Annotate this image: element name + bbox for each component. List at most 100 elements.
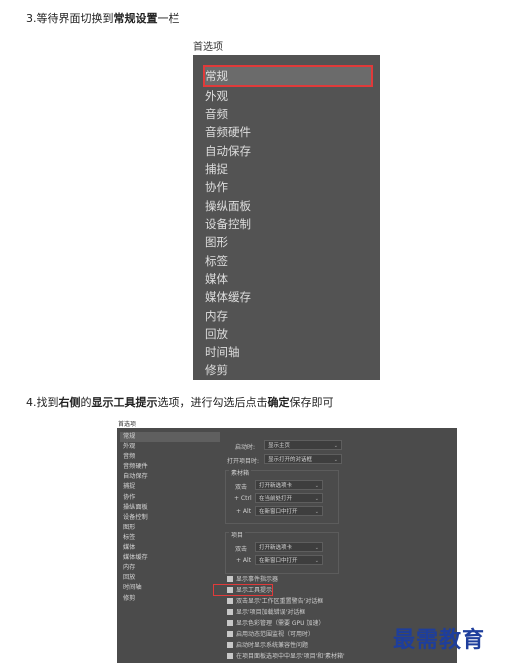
checkbox-label: 启用动态范围监视（可用时） — [236, 631, 315, 638]
bin-ctrl-dropdown[interactable]: 在当前处打开 ⌄ — [255, 493, 323, 503]
category-device-control[interactable]: 设备控制 — [205, 215, 251, 233]
chevron-down-icon: ⌄ — [314, 483, 319, 489]
sidebar-item-labels[interactable]: 标签 — [120, 533, 220, 543]
chevron-down-icon: ⌄ — [314, 558, 319, 564]
category-control-surface[interactable]: 操纵面板 — [205, 197, 251, 215]
category-audio-hardware[interactable]: 音频硬件 — [205, 123, 251, 141]
checkbox-box[interactable] — [227, 630, 233, 637]
checkbox-box[interactable] — [227, 608, 233, 615]
selected-highlight — [203, 65, 373, 87]
project-group-label: 项目 — [229, 530, 246, 539]
checkbox-color-management[interactable]: 显示色彩管理（需要 GPU 加速） — [227, 619, 324, 628]
bin-group-label: 素材箱 — [229, 468, 252, 477]
bin-dblclick-dropdown[interactable]: 打开新选项卡 ⌄ — [255, 480, 323, 490]
category-graphics[interactable]: 图形 — [205, 233, 228, 251]
step3-suffix: 一栏 — [157, 12, 180, 25]
sidebar-item-auto-save[interactable]: 自动保存 — [120, 472, 220, 482]
step4-instruction: 4.找到右侧的显示工具提示选项，进行勾选后点击确定保存即可 — [26, 394, 334, 410]
startup-dropdown[interactable]: 显示主页 ⌄ — [264, 440, 342, 450]
startup-label: 启动时: — [235, 444, 256, 451]
preferences-category-list: 常规 外观 音频 音频硬件 自动保存 捕捉 协作 操纵面板 设备控制 图形 标签… — [193, 55, 380, 380]
shot2-title: 首选项 — [118, 421, 137, 428]
open-project-dropdown[interactable]: 显示打开的对话框 ⌄ — [264, 454, 342, 464]
category-trim[interactable]: 修剪 — [205, 361, 228, 379]
step4-b3: 确定 — [267, 396, 290, 409]
category-timeline[interactable]: 时间轴 — [205, 343, 240, 361]
step3-instruction: 3.等待界面切换到常规设置一栏 — [26, 10, 180, 26]
step4-p2: 的 — [80, 396, 92, 409]
step4-p3: 选项，进行勾选后点击 — [157, 396, 268, 409]
bin-dblclick-label: 双击 — [235, 484, 248, 491]
project-dblclick-value: 打开新选项卡 — [259, 545, 293, 551]
sidebar-item-audio[interactable]: 音频 — [120, 452, 220, 462]
category-media-cache[interactable]: 媒体缓存 — [205, 288, 251, 306]
chevron-down-icon: ⌄ — [314, 545, 319, 551]
chevron-down-icon: ⌄ — [314, 496, 319, 502]
sidebar-item-control-surface[interactable]: 操纵面板 — [120, 503, 220, 513]
checkbox-box[interactable] — [227, 652, 233, 659]
checkbox-project-bin-options[interactable]: 在项目面板选项中中显示'项目'和'素材箱' — [227, 652, 345, 661]
step4-p4: 保存即可 — [289, 396, 334, 409]
bin-ctrl-label: + Ctrl — [234, 495, 252, 502]
checkbox-box[interactable] — [227, 575, 233, 582]
preferences-sidebar: 常规 外观 音频 音频硬件 自动保存 捕捉 协作 操纵面板 设备控制 图形 标签… — [120, 432, 220, 604]
sidebar-item-media[interactable]: 媒体 — [120, 543, 220, 553]
step4-b1: 右侧 — [58, 396, 81, 409]
sidebar-item-trim[interactable]: 修剪 — [120, 594, 220, 604]
sidebar-item-graphics[interactable]: 图形 — [120, 523, 220, 533]
project-alt-label: + Alt — [236, 557, 252, 564]
checkbox-label: 在项目面板选项中中显示'项目'和'素材箱' — [236, 653, 345, 660]
category-collaboration[interactable]: 协作 — [205, 178, 228, 196]
sidebar-item-audio-hardware[interactable]: 音频硬件 — [120, 462, 220, 472]
project-dblclick-label: 双击 — [235, 546, 248, 553]
tooltip-option-highlight — [213, 584, 273, 596]
category-auto-save[interactable]: 自动保存 — [205, 142, 251, 160]
bin-alt-value: 在新窗口中打开 — [259, 509, 298, 515]
checkbox-workspace-reset-warning[interactable]: 双击显示'工作区重置警告'对话框 — [227, 597, 323, 606]
watermark-logo: 最需教育 — [393, 627, 486, 653]
sidebar-item-collaboration[interactable]: 协作 — [120, 493, 220, 503]
checkbox-box[interactable] — [227, 597, 233, 604]
category-appearance[interactable]: 外观 — [205, 87, 228, 105]
checkbox-label: 显示色彩管理（需要 GPU 加速） — [236, 620, 325, 627]
sidebar-item-general[interactable]: 常规 — [120, 432, 220, 443]
category-media[interactable]: 媒体 — [205, 270, 228, 288]
checkbox-label: 显示'项目加载错误'对话框 — [236, 609, 306, 616]
sidebar-item-appearance[interactable]: 外观 — [120, 442, 220, 452]
checkbox-show-event-indicator[interactable]: 显示事件指示器 — [227, 575, 278, 584]
checkbox-label: 启动时显示系统兼容性问题 — [236, 642, 309, 649]
sidebar-item-timeline[interactable]: 时间轴 — [120, 583, 220, 593]
sidebar-item-capture[interactable]: 捕捉 — [120, 482, 220, 492]
sidebar-item-memory[interactable]: 内存 — [120, 563, 220, 573]
chevron-down-icon: ⌄ — [333, 457, 338, 463]
bin-dblclick-value: 打开新选项卡 — [259, 483, 293, 489]
bin-alt-label: + Alt — [236, 508, 252, 515]
checkbox-dynamic-range[interactable]: 启用动态范围监视（可用时） — [227, 630, 314, 639]
checkbox-project-load-error[interactable]: 显示'项目加载错误'对话框 — [227, 608, 305, 617]
checkbox-compat-issues[interactable]: 启动时显示系统兼容性问题 — [227, 641, 308, 650]
shot1-title: 首选项 — [193, 42, 223, 53]
checkbox-box[interactable] — [227, 641, 233, 648]
checkbox-label: 显示事件指示器 — [236, 576, 279, 583]
step4-p1: 4.找到 — [26, 396, 59, 409]
category-labels[interactable]: 标签 — [205, 252, 228, 270]
sidebar-item-device-control[interactable]: 设备控制 — [120, 513, 220, 523]
category-capture[interactable]: 捕捉 — [205, 160, 228, 178]
open-project-label: 打开项目时: — [227, 458, 260, 465]
category-memory[interactable]: 内存 — [205, 307, 228, 325]
checkbox-box[interactable] — [227, 619, 233, 626]
sidebar-item-playback[interactable]: 回放 — [120, 573, 220, 583]
category-audio[interactable]: 音频 — [205, 105, 228, 123]
category-playback[interactable]: 回放 — [205, 325, 228, 343]
sidebar-item-media-cache[interactable]: 媒体缓存 — [120, 553, 220, 563]
bin-alt-dropdown[interactable]: 在新窗口中打开 ⌄ — [255, 506, 323, 516]
chevron-down-icon: ⌄ — [314, 509, 319, 515]
step3-emph: 常规设置 — [113, 12, 158, 25]
project-dblclick-dropdown[interactable]: 打开新选项卡 ⌄ — [255, 542, 323, 552]
open-project-value: 显示打开的对话框 — [268, 457, 313, 463]
bin-ctrl-value: 在当前处打开 — [259, 496, 293, 502]
step3-prefix: 3.等待界面切换到 — [26, 12, 114, 25]
step4-b2: 显示工具提示 — [91, 396, 158, 409]
project-alt-dropdown[interactable]: 在新窗口中打开 ⌄ — [255, 555, 323, 565]
category-general[interactable]: 常规 — [205, 67, 228, 85]
